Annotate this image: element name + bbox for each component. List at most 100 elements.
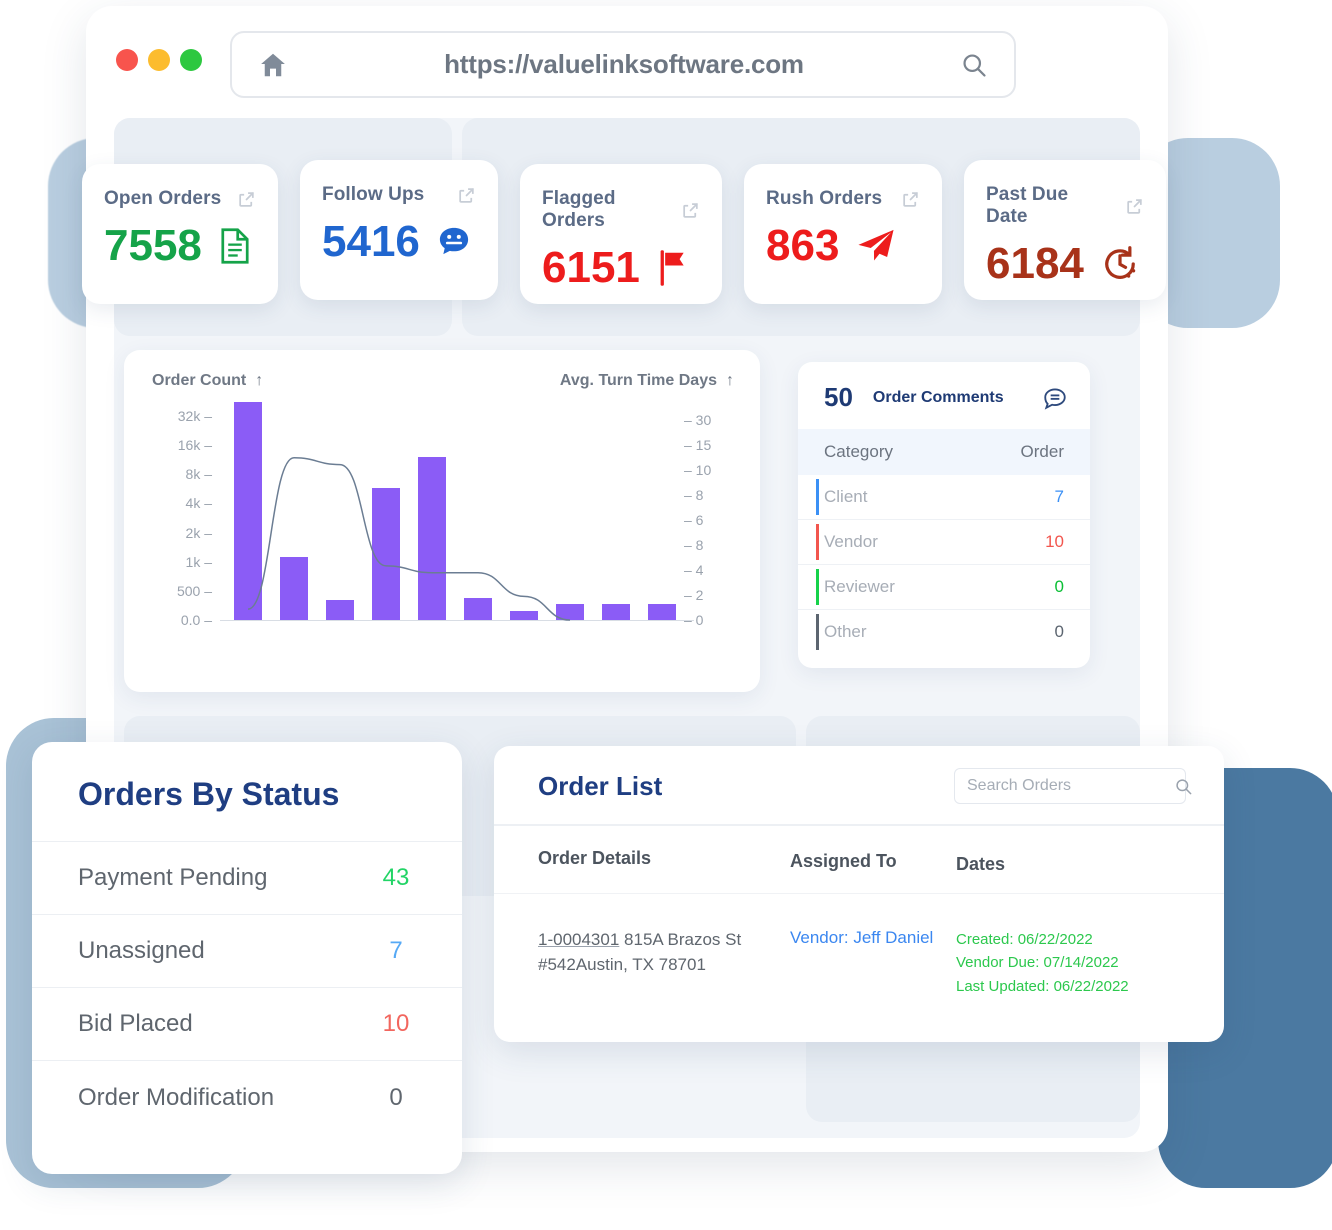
date-vendor-due: Vendor Due: 07/14/2022 (956, 954, 1119, 972)
category-order-count: 10 (1045, 532, 1064, 551)
external-link-icon[interactable] (1125, 197, 1144, 216)
chart-left-axis-title: Order Count ↑ (152, 372, 264, 389)
search-orders-field[interactable] (954, 768, 1192, 804)
status-count: 7 (389, 937, 403, 964)
kpi-value: 863 (766, 221, 840, 270)
chart-trend-line (247, 457, 571, 621)
order-comments-title: Order Comments (872, 388, 1004, 406)
external-link-icon[interactable] (681, 201, 700, 220)
status-count: 43 (382, 864, 410, 891)
external-link-icon[interactable] (237, 190, 256, 209)
order-comments-column-headers: Category Order (798, 429, 1090, 475)
table-row[interactable]: 1-0004301 815A Brazos St #542Austin, TX … (494, 894, 1224, 998)
chart-left-tick: 0.0 – (180, 612, 212, 628)
order-comments-row[interactable]: Vendor 10 (798, 520, 1090, 565)
kpi-value: 7558 (104, 221, 202, 270)
category-color-tick (816, 569, 819, 605)
kpi-card-past-due-date[interactable]: Past Due Date 6184 (964, 160, 1166, 300)
orders-by-status-row[interactable]: Bid Placed 10 (32, 988, 462, 1061)
order-comments-count: 50 (824, 382, 853, 412)
flag-icon (656, 249, 688, 287)
cell-assigned-to[interactable]: Vendor: Jeff Daniel (790, 928, 956, 998)
comment-icon[interactable] (1042, 385, 1068, 411)
chart-left-tick: 32k – (177, 408, 212, 424)
date-created: Created: 06/22/2022 (956, 931, 1093, 948)
sort-up-icon[interactable]: ↑ (726, 372, 734, 389)
status-label: Order Modification (78, 1083, 275, 1111)
column-header-order-details: Order Details (538, 848, 652, 868)
category-color-tick (816, 524, 819, 560)
order-count-chart-card: Order Count ↑ Avg. Turn Time Days ↑ 32k – 1… (124, 350, 760, 692)
orders-by-status-title: Orders By Status (32, 742, 462, 842)
category-order-count: 7 (1054, 487, 1064, 506)
orders-by-status-row[interactable]: Order Modification 0 (32, 1061, 462, 1134)
address-bar[interactable]: https://valuelinksoftware.com (230, 31, 1016, 98)
clock-history-icon (1100, 244, 1140, 284)
order-comments-card: 50 Order Comments Category Order Client 7… (798, 362, 1090, 668)
order-comments-rows: Client 7 Vendor 10 Reviewer 0 Other 0 (798, 475, 1090, 654)
orders-by-status-card: Orders By Status Payment Pending 43 Unassi… (32, 742, 462, 1174)
status-label: Bid Placed (78, 1010, 193, 1037)
chart-left-tick: 4k – (185, 495, 212, 512)
close-window-dot[interactable] (116, 49, 138, 71)
chart-plot-area: 32k –16k –8k –4k –2k –1k –500 –0.0 – – 3… (124, 402, 760, 652)
category-name: Reviewer (824, 577, 895, 596)
order-list-column-headers: Order Details Assigned To Dates (494, 826, 1224, 894)
external-link-icon[interactable] (901, 190, 920, 209)
kpi-value: 6184 (986, 239, 1084, 288)
kpi-card-rush-orders[interactable]: Rush Orders 863 (744, 164, 942, 304)
status-label: Payment Pending (78, 864, 268, 891)
chart-left-tick: 1k – (185, 553, 212, 570)
chart-left-tick: 2k – (185, 524, 212, 541)
column-header-category: Category (824, 442, 893, 461)
status-count: 0 (389, 1083, 403, 1111)
kpi-card-flagged-orders[interactable]: Flagged Orders 6151 (520, 164, 722, 304)
chart-left-tick: 8k – (185, 466, 212, 483)
column-header-dates: Dates (956, 854, 1006, 874)
browser-chrome: https://valuelinksoftware.com (86, 6, 1168, 118)
kpi-card-follow-ups[interactable]: Follow Ups 5416 (300, 160, 498, 300)
order-id-link[interactable]: 1-0004301 (538, 930, 619, 949)
screenshot-root: https://valuelinksoftware.com Open Order… (0, 0, 1332, 1230)
kpi-value: 5416 (322, 217, 420, 266)
kpi-card-open-orders[interactable]: Open Orders 7558 (82, 164, 278, 304)
search-input[interactable] (967, 777, 1174, 795)
kpi-label: Rush Orders (766, 188, 883, 209)
order-address-line2: #542Austin, TX 78701 (538, 954, 706, 974)
sort-up-icon[interactable]: ↑ (255, 372, 263, 389)
paper-plane-icon (855, 227, 897, 265)
url-text[interactable]: https://valuelinksoftware.com (288, 49, 960, 80)
category-order-count: 0 (1054, 622, 1064, 641)
orders-by-status-row[interactable]: Unassigned 7 (32, 915, 462, 988)
category-name: Client (824, 487, 868, 506)
search-icon[interactable] (1174, 777, 1193, 796)
orders-by-status-rows: Payment Pending 43 Unassigned 7 Bid Placed 10… (32, 842, 462, 1134)
search-icon[interactable] (960, 51, 988, 79)
order-comments-row[interactable]: Other 0 (798, 610, 1090, 654)
kpi-label: Past Due Date (986, 184, 1069, 227)
date-last-updated: Last Updated: 06/22/2022 (956, 977, 1129, 995)
order-comments-row[interactable]: Reviewer 0 (798, 565, 1090, 610)
window-controls[interactable] (116, 49, 202, 71)
kpi-value: 6151 (542, 243, 640, 292)
maximize-window-dot[interactable] (180, 49, 202, 71)
order-list-header: Order List (494, 746, 1224, 826)
status-count: 10 (382, 1010, 410, 1037)
category-order-count: 0 (1054, 577, 1064, 596)
category-color-tick (816, 479, 819, 515)
order-comments-header: 50 Order Comments (798, 362, 1090, 429)
chart-left-tick: 500 – (176, 582, 212, 599)
column-header-assigned-to: Assigned To (790, 851, 897, 871)
order-address-line1: 815A Brazos St (619, 930, 742, 949)
category-color-tick (816, 614, 819, 650)
chart-left-tick: 16k – (177, 437, 212, 454)
home-icon[interactable] (258, 50, 288, 80)
column-header-order: Order (1020, 442, 1064, 461)
orders-by-status-row[interactable]: Payment Pending 43 (32, 842, 462, 915)
cell-dates: Created: 06/22/2022 Vendor Due: 07/14/20… (956, 928, 1180, 998)
chart-header: Order Count ↑ Avg. Turn Time Days ↑ (124, 350, 760, 390)
order-comments-row[interactable]: Client 7 (798, 475, 1090, 520)
kpi-label: Open Orders (104, 188, 222, 209)
external-link-icon[interactable] (457, 186, 476, 205)
minimize-window-dot[interactable] (148, 49, 170, 71)
